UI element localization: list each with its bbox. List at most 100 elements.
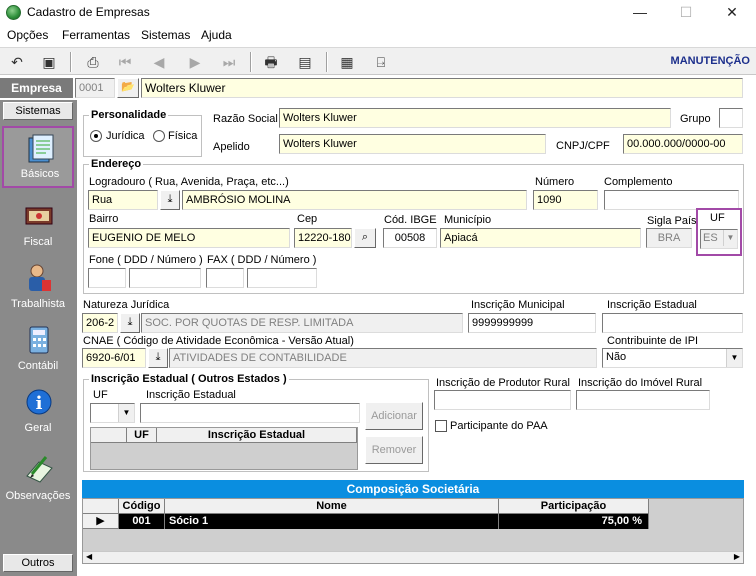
last-record-icon[interactable]: ⏭ [218,51,240,73]
cep-field[interactable]: 12220-180 [294,228,352,248]
report-icon[interactable]: ▦ [336,51,358,73]
close-button[interactable]: ✕ [709,2,755,24]
undo-icon[interactable]: ↶ [6,51,28,73]
sidebar-item-trabalhista[interactable]: Trabalhista [2,258,74,318]
chevron-down-icon[interactable]: ▼ [723,230,737,246]
fone-numero-field[interactable] [129,268,201,288]
previous-record-icon[interactable]: ◀ [148,51,170,73]
sidebar-item-fiscal[interactable]: Fiscal [2,196,74,256]
logradouro-field[interactable]: AMBRÓSIO MOLINA [182,190,527,210]
municipio-field[interactable]: Apiacá [440,228,641,248]
open-folder-icon[interactable]: 📂 [117,78,139,98]
table-row-nome[interactable]: Sócio 1 [165,514,499,529]
ie-outros-title: Inscrição Estadual ( Outros Estados ) [89,373,289,385]
ie-outros-col-ie: Inscrição Estadual [157,428,357,443]
uf-select[interactable]: ES ▼ [700,229,738,249]
endereco-title: Endereço [89,158,144,170]
table-row-participacao[interactable]: 75,00 % [499,514,649,529]
sidebar-item-label: Contábil [17,360,59,372]
insc-imovel-label: Inscrição do Imóvel Rural [578,377,703,389]
exit-icon[interactable]: ⍈ [370,51,392,73]
menu-ajuda[interactable]: Ajuda [201,28,232,42]
apelido-field[interactable]: Wolters Kluwer [279,134,546,154]
natureza-label: Natureza Jurídica [83,299,170,311]
cnpj-field[interactable]: 00.000.000/0000-00 [623,134,743,154]
insc-estadual-label: Inscrição Estadual [607,299,697,311]
menu-opcoes[interactable]: Opções [7,28,48,42]
menu-sistemas[interactable]: Sistemas [141,28,190,42]
minimize-button[interactable]: — [617,2,663,24]
lookup-cnae-icon[interactable]: ⤓ [148,348,168,368]
ie-outros-uf-select[interactable]: ▼ [90,403,135,423]
next-record-icon[interactable]: ▶ [184,51,206,73]
insc-estadual-field[interactable] [602,313,743,333]
insc-municipal-field[interactable]: 9999999999 [468,313,596,333]
cnpj-label: CNPJ/CPF [556,140,610,152]
print-setup-icon[interactable]: ▤ [294,51,316,73]
contribuinte-ipi-select[interactable]: Não ▼ [602,348,743,368]
remover-button[interactable]: Remover [365,436,423,464]
cnae-desc-field: ATIVIDADES DE CONTABILIDADE [169,348,597,368]
contribuinte-ipi-label: Contribuinte de IPI [607,335,699,347]
juridica-radio[interactable] [90,130,102,142]
fone-ddd-field[interactable] [88,268,126,288]
sidebar-item-geral[interactable]: i Geral [2,382,74,442]
first-record-icon[interactable]: ⏮ [114,51,136,73]
insc-produtor-field[interactable] [434,390,571,410]
chevron-down-icon[interactable]: ▼ [118,404,134,422]
fiscal-icon [25,207,53,225]
sidebar-item-observacoes[interactable]: Observações [2,450,74,510]
menu-ferramentas[interactable]: Ferramentas [62,28,130,42]
sidebar-item-contabil[interactable]: Contábil [2,320,74,380]
svg-text:i: i [36,393,43,414]
empresa-code-field[interactable]: 0001 [75,78,115,98]
ie-outros-ie-label: Inscrição Estadual [146,389,236,401]
lookup-natureza-icon[interactable]: ⤓ [120,313,140,333]
bairro-field[interactable]: EUGENIO DE MELO [88,228,290,248]
cnae-code-field[interactable]: 6920-6/01 [82,348,146,368]
insc-imovel-field[interactable] [576,390,710,410]
fax-numero-field[interactable] [247,268,317,288]
uf-value: ES [703,232,718,244]
sidebar-header-sistemas[interactable]: Sistemas [3,102,73,120]
ibge-field[interactable]: 00508 [383,228,437,248]
save-icon[interactable]: ▣ [38,51,60,73]
fax-ddd-field[interactable] [206,268,244,288]
sidebar-item-label: Geral [24,422,52,434]
fisica-radio[interactable] [153,130,165,142]
paa-label: Participante do PAA [450,420,548,432]
lookup-logradouro-icon[interactable]: ⤓ [160,190,180,210]
complemento-field[interactable] [604,190,739,210]
print-icon[interactable]: 🖶 [260,51,282,73]
maximize-button[interactable]: ☐ [663,2,709,24]
ie-outros-ie-field[interactable] [140,403,360,423]
grid-row-indicator-header [83,499,119,514]
tipo-logradouro-field[interactable]: Rua [88,190,158,210]
search-cep-icon[interactable]: ⌕ [354,228,376,248]
razao-social-field[interactable]: Wolters Kluwer [279,108,671,128]
fisica-label: Física [168,130,198,142]
numero-field[interactable]: 1090 [533,190,598,210]
sidebar-footer-outros[interactable]: Outros [3,554,73,572]
sigla-pais-field[interactable]: BRA [646,228,692,248]
empresa-name-field[interactable]: Wolters Kluwer [141,78,743,98]
preview-icon[interactable]: ⎙ [82,51,104,73]
sidebar-item-basicos[interactable]: Básicos [2,126,74,188]
paa-checkbox[interactable] [435,420,447,432]
adicionar-button[interactable]: Adicionar [365,402,423,430]
table-row-codigo[interactable]: 001 [119,514,165,529]
observacoes-icon [26,456,53,483]
personalidade-title: Personalidade [89,109,169,121]
row-indicator-icon[interactable]: ▶ [83,514,119,529]
chevron-down-icon[interactable]: ▼ [726,349,742,367]
scroll-left-icon[interactable]: ◀ [86,552,92,561]
ie-outros-uf-label: UF [93,389,108,401]
fone-label: Fone ( DDD / Número ) [89,254,203,266]
natureza-code-field[interactable]: 206-2 [82,313,118,333]
horizontal-scrollbar[interactable]: ◀ ▶ [83,551,743,563]
grupo-field[interactable] [719,108,743,128]
scroll-right-icon[interactable]: ▶ [734,552,740,561]
title-bar: Cadastro de Empresas — ☐ ✕ [0,0,756,25]
col-codigo: Código [119,499,165,514]
toolbar-separator [326,52,328,72]
